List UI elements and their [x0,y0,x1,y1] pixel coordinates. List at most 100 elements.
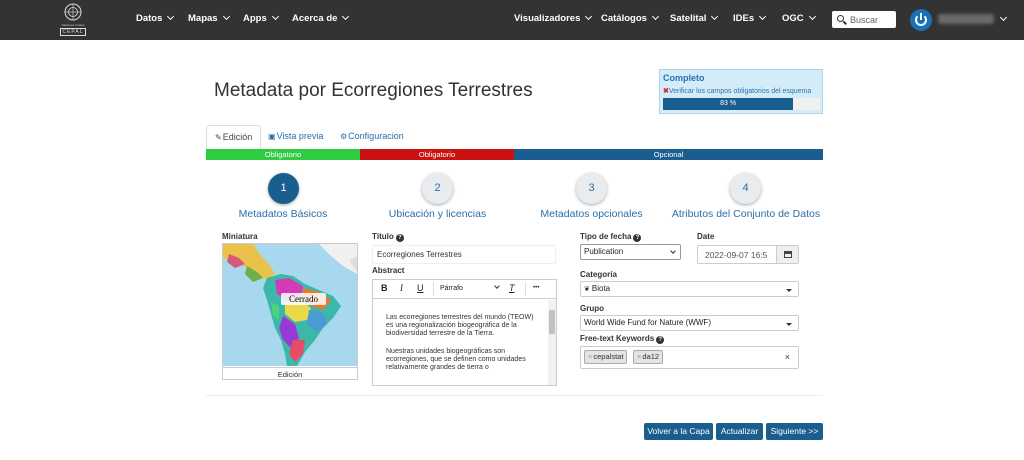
chevron-down-icon [271,12,279,21]
step-3-label[interactable]: Metadatos opcionales [533,208,650,220]
help-icon[interactable]: ? [633,234,642,242]
keyword-chip[interactable]: ×da12 [633,350,664,364]
remove-icon[interactable]: × [588,352,592,361]
progress-fill: 83 % [663,98,794,110]
divider [206,395,823,396]
caret-down-icon [786,289,792,292]
scrollbar-thumb[interactable] [549,310,555,334]
nav-ides[interactable]: IDEs [733,12,767,24]
chevron-down-icon [651,12,659,21]
step-2-label[interactable]: Ubicación y licencias [380,208,495,220]
calendar-icon [784,251,792,258]
step-3-circle[interactable]: 3 [576,173,607,204]
chevron-down-icon [342,12,350,21]
tipo-fecha-select[interactable]: Publication [580,244,681,260]
keywords-input[interactable]: ×cepalstat ×da12 × [580,346,799,369]
remove-icon[interactable]: × [637,352,641,361]
logo-text: Naciones Unidas [61,23,85,27]
chevron-down-icon [167,12,175,21]
step-1-circle[interactable]: 1 [268,173,299,204]
pencil-icon: ✎ [215,133,222,142]
volver-a-la-capa-button[interactable]: Volver a la Capa [644,423,713,440]
progress-bar: 83 % [663,98,820,110]
tab-edicion[interactable]: ✎Edición [206,125,262,149]
tipo-fecha-label: Tipo de fecha? [580,232,642,242]
step-4-label[interactable]: Atributos del Conjunto de Datos [666,208,826,220]
nav-apps[interactable]: Apps [243,12,279,24]
help-icon[interactable]: ? [395,234,404,242]
top-navbar: Naciones Unidas CEPAL Datos Mapas Apps A… [0,0,1024,40]
thumbnail-caption[interactable]: Edición [223,367,357,379]
thumbnail-map: Cerrado [223,244,357,366]
keyword-chip[interactable]: ×cepalstat [584,350,628,364]
underline-button[interactable]: U [417,283,424,293]
editor-scrollbar[interactable] [548,300,556,385]
leaf-icon: ❦ [584,286,590,293]
bold-button[interactable]: B [381,283,388,293]
gear-icon: ⚙ [340,132,348,141]
un-cepal-logo[interactable]: Naciones Unidas CEPAL [58,2,88,37]
more-options-button[interactable]: ••• [533,285,539,291]
abstract-paragraph: Las ecorregiones terrestres del mundo (T… [386,314,534,337]
chevron-down-icon[interactable] [494,283,500,289]
chevron-down-icon [222,12,230,21]
un-emblem-icon [64,3,82,21]
chevron-down-icon [670,248,676,254]
search-box[interactable] [832,11,896,28]
tab-vista-previa[interactable]: ▣Vista previa [260,125,331,149]
siguiente-button[interactable]: Siguiente >> [766,423,823,440]
thumbnail-card[interactable]: Cerrado Edición [222,243,358,380]
map-region-label: Cerrado [289,294,318,304]
clear-format-button[interactable]: T [509,283,515,293]
nav-satelital[interactable]: Satelital [670,12,719,24]
tab-configuracion[interactable]: ⚙Configuracion [332,125,412,149]
toolbar-divider [525,282,526,296]
grupo-select[interactable]: World Wide Fund for Nature (WWF) [580,315,799,331]
step-4-circle[interactable]: 4 [730,173,761,204]
south-america-map-image [223,244,357,366]
search-icon [837,15,844,22]
toolbar-divider [433,282,434,296]
search-input[interactable] [850,13,894,26]
chevron-down-icon[interactable] [999,13,1008,22]
categoria-label: Categoría [580,270,617,279]
chevron-down-icon [759,12,767,21]
nav-acerca-de[interactable]: Acerca de [292,12,350,24]
chevron-down-icon [711,12,719,21]
step-2-circle[interactable]: 2 [422,173,453,204]
help-icon[interactable]: ? [656,336,665,344]
nav-visualizadores[interactable]: Visualizadores [514,12,593,24]
status-title: Completo [663,73,705,83]
page-title: Metadata por Ecorregiones Terrestres [214,80,533,101]
titulo-label: Título? [372,232,404,242]
date-field[interactable]: 2022-09-07 16:5 [697,245,799,264]
step-1-label[interactable]: Metadatos Básicos [228,208,338,220]
keywords-label: Free-text Keywords? [580,334,665,344]
chevron-down-icon [585,12,593,21]
cepal-wordmark: CEPAL [60,28,86,36]
band-obligatorio-1: Obligatorio [206,149,360,160]
abstract-editor[interactable]: B I U Párrafo T ••• Las ecorregiones ter… [372,279,557,386]
paragraph-format-select[interactable]: Párrafo [440,285,463,292]
abstract-paragraph: Nuestras unidades biogeográficas son eco… [386,348,526,371]
categoria-select[interactable]: ❦ Biota [580,281,799,297]
band-obligatorio-2: Obligatorio [360,149,514,160]
user-power-icon[interactable] [910,9,932,31]
date-label: Date [697,232,715,241]
band-opcional: Opcional [514,149,823,160]
date-value: 2022-09-07 16:5 [705,250,768,260]
caret-down-icon [786,323,792,326]
nav-ogc[interactable]: OGC [782,12,816,24]
status-message[interactable]: ✖Verificar los campos obligatorios del e… [663,87,811,95]
nav-catalogos[interactable]: Catálogos [601,12,659,24]
nav-mapas[interactable]: Mapas [188,12,230,24]
clear-keywords-icon[interactable]: × [785,352,790,362]
user-name-blurred[interactable] [938,14,994,24]
grupo-label: Grupo [580,304,604,313]
italic-button[interactable]: I [400,283,403,293]
abstract-text[interactable]: Las ecorregiones terrestres del mundo (T… [373,300,548,385]
nav-datos[interactable]: Datos [136,12,175,24]
calendar-button[interactable] [776,246,798,263]
actualizar-button[interactable]: Actualizar [716,423,763,440]
titulo-input[interactable]: Ecorregiones Terrestres [372,245,556,264]
